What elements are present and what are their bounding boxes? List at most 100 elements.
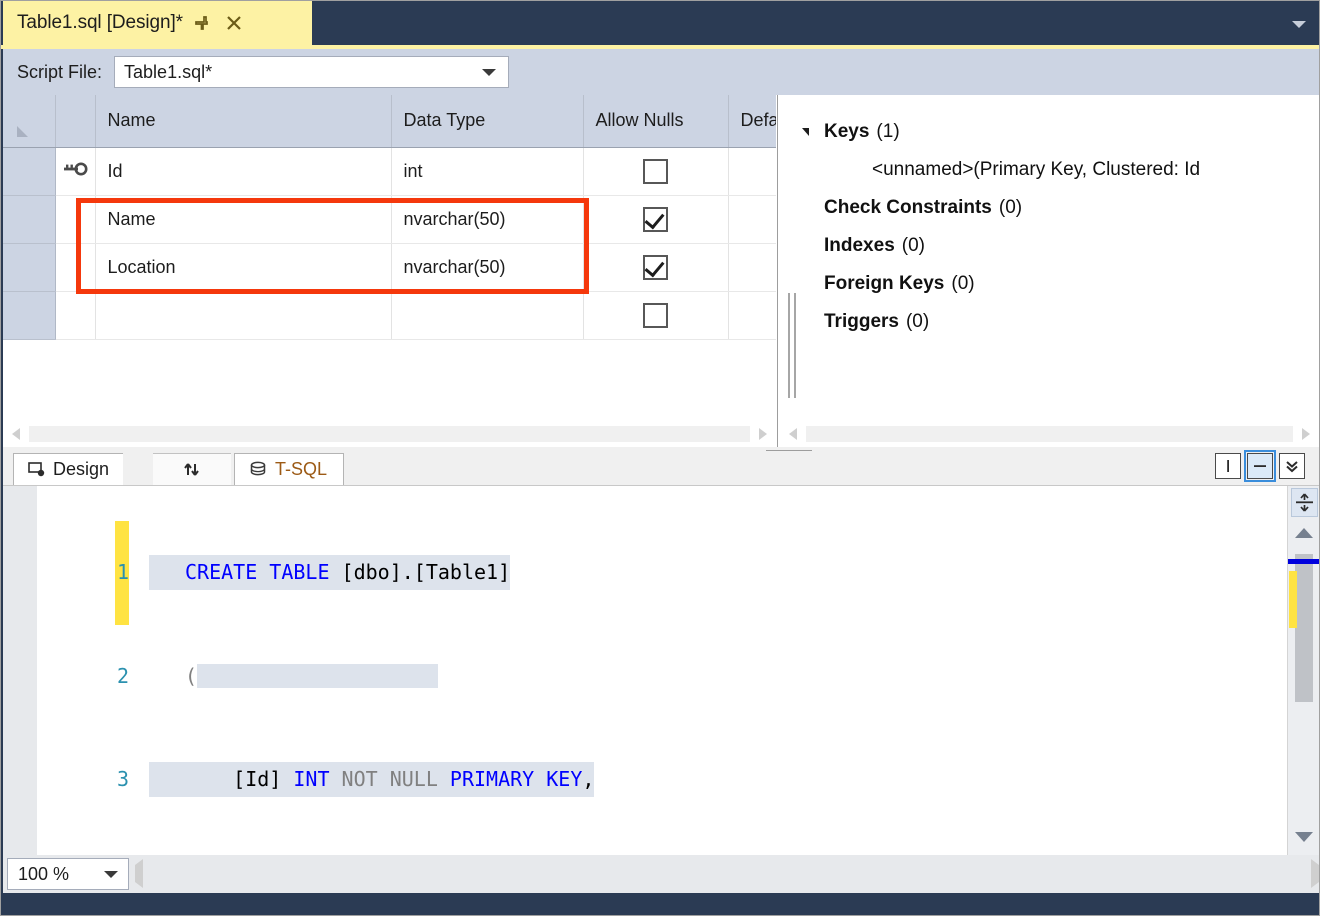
code-text-area[interactable]: 1 CREATE TABLE [dbo].[Table1] 2 ( 3 [Id]…	[37, 486, 1237, 856]
scroll-left-arrow-icon[interactable]	[135, 865, 143, 883]
scrollbar-thumb[interactable]	[1295, 554, 1313, 702]
editor-scroll-track[interactable]	[143, 864, 1311, 884]
tsql-code-editor[interactable]: 1 CREATE TABLE [dbo].[Table1] 2 ( 3 [Id]…	[3, 485, 1319, 855]
cell-data-type[interactable]	[391, 291, 583, 339]
cell-data-type[interactable]: int	[391, 147, 583, 195]
tree-node-count: (0)	[906, 311, 929, 333]
cell-column-name[interactable]: Location	[95, 243, 391, 291]
row-selector[interactable]	[3, 195, 55, 243]
row-selector[interactable]	[3, 243, 55, 291]
tree-scroll-track[interactable]	[806, 426, 1293, 442]
editor-status-bar: 100 %	[3, 855, 1319, 893]
editor-split-pane-icon[interactable]	[1291, 488, 1318, 517]
document-tab-label: Table1.sql [Design]*	[17, 12, 183, 34]
table-row[interactable]	[3, 291, 776, 339]
grid-corner-header[interactable]	[3, 95, 55, 147]
scroll-right-arrow-icon[interactable]	[1311, 865, 1319, 883]
editor-horizontal-scrollbar[interactable]	[135, 860, 1319, 888]
line-number: 1	[37, 555, 149, 590]
cell-allow-nulls[interactable]	[583, 243, 728, 291]
editor-vertical-scrollbar[interactable]	[1287, 486, 1319, 856]
script-file-label: Script File:	[17, 62, 102, 83]
columns-grid: Name Data Type Allow Nulls Defa	[3, 95, 776, 340]
split-vertical-icon[interactable]	[1215, 453, 1241, 479]
design-view-icon	[28, 461, 45, 478]
table-row[interactable]: Location nvarchar(50)	[3, 243, 776, 291]
row-key-indicator	[55, 195, 95, 243]
tree-node-check-constraints[interactable]: Check Constraints (0)	[800, 189, 1319, 227]
tree-node-foreign-keys[interactable]: Foreign Keys (0)	[800, 265, 1319, 303]
tab-design[interactable]: Design	[13, 453, 123, 485]
cell-allow-nulls[interactable]	[583, 195, 728, 243]
allow-nulls-checkbox[interactable]	[643, 159, 668, 184]
table-row[interactable]: Name nvarchar(50)	[3, 195, 776, 243]
tree-child-unnamed-key[interactable]: <unnamed> (Primary Key, Clustered: Id	[800, 151, 1319, 189]
allow-nulls-checkbox[interactable]	[643, 303, 668, 328]
window-bottom-strip	[3, 893, 1319, 915]
column-header-default[interactable]: Defa	[728, 95, 776, 147]
tree-node-indexes[interactable]: Indexes (0)	[800, 227, 1319, 265]
cell-default[interactable]	[728, 243, 776, 291]
scroll-right-arrow-icon[interactable]	[750, 421, 776, 447]
tsql-icon	[249, 461, 267, 478]
grid-scroll-track[interactable]	[29, 426, 750, 442]
tree-node-label: Foreign Keys	[824, 273, 944, 295]
scroll-down-arrow-icon[interactable]	[1295, 832, 1313, 842]
cell-default[interactable]	[728, 147, 776, 195]
tab-design-label: Design	[53, 459, 109, 480]
cell-allow-nulls[interactable]	[583, 291, 728, 339]
close-icon[interactable]	[221, 10, 247, 36]
tab-tsql[interactable]: T-SQL	[234, 453, 344, 485]
zoom-level-dropdown[interactable]: 100 %	[7, 858, 129, 890]
row-key-indicator	[55, 243, 95, 291]
sync-arrows-icon	[183, 461, 201, 478]
cell-column-name[interactable]	[95, 291, 391, 339]
allow-nulls-checkbox[interactable]	[643, 207, 668, 232]
cell-data-type[interactable]: nvarchar(50)	[391, 243, 583, 291]
script-file-dropdown[interactable]: Table1.sql*	[114, 56, 509, 88]
chevron-double-down-icon[interactable]	[1279, 453, 1305, 479]
scroll-left-arrow-icon[interactable]	[3, 421, 29, 447]
tab-sync[interactable]	[153, 453, 231, 485]
line-content: [Id] INT NOT NULL PRIMARY KEY,	[149, 762, 594, 797]
grid-horizontal-scrollbar[interactable]	[3, 421, 776, 447]
row-selector[interactable]	[3, 291, 55, 339]
tree-node-keys[interactable]: Keys (1)	[800, 113, 1319, 151]
tree-node-label: Triggers	[824, 311, 899, 333]
tree-horizontal-scrollbar[interactable]	[780, 421, 1319, 447]
script-file-value: Table1.sql*	[124, 62, 482, 83]
line-number: 2	[37, 659, 149, 694]
cell-column-name[interactable]: Id	[95, 147, 391, 195]
vertical-splitter-grip[interactable]	[788, 293, 798, 398]
column-header-allow-nulls[interactable]: Allow Nulls	[583, 95, 728, 147]
scroll-right-arrow-icon[interactable]	[1293, 421, 1319, 447]
tree-child-name: <unnamed>	[800, 159, 973, 181]
split-view-buttons	[1215, 453, 1305, 479]
split-horizontal-icon[interactable]	[1247, 453, 1273, 479]
tab-overflow-chevron-down-icon[interactable]	[1287, 15, 1311, 33]
cell-allow-nulls[interactable]	[583, 147, 728, 195]
column-header-data-type[interactable]: Data Type	[391, 95, 583, 147]
table-row[interactable]: Id int	[3, 147, 776, 195]
cell-default[interactable]	[728, 195, 776, 243]
pin-icon[interactable]	[189, 10, 215, 36]
scroll-left-arrow-icon[interactable]	[780, 421, 806, 447]
code-line: 1 CREATE TABLE [dbo].[Table1]	[37, 555, 1237, 590]
tree-node-count: (0)	[902, 235, 925, 257]
script-file-toolbar: Script File: Table1.sql*	[3, 49, 1319, 95]
scroll-up-arrow-icon[interactable]	[1295, 528, 1313, 538]
column-header-name[interactable]: Name	[95, 95, 391, 147]
cell-column-name[interactable]: Name	[95, 195, 391, 243]
row-selector[interactable]	[3, 147, 55, 195]
expand-triangle-icon[interactable]	[800, 128, 824, 136]
tree-node-label: Keys	[824, 121, 869, 143]
scrollbar-change-marker	[1289, 571, 1297, 628]
tab-tsql-label: T-SQL	[275, 459, 327, 480]
tree-node-triggers[interactable]: Triggers (0)	[800, 303, 1319, 341]
cell-data-type[interactable]: nvarchar(50)	[391, 195, 583, 243]
cell-default[interactable]	[728, 291, 776, 339]
editor-tab-strip: Design T-SQL	[3, 453, 1319, 485]
upper-work-area: Name Data Type Allow Nulls Defa	[3, 95, 1319, 447]
document-tab-table1[interactable]: Table1.sql [Design]*	[3, 1, 312, 45]
allow-nulls-checkbox[interactable]	[643, 255, 668, 280]
